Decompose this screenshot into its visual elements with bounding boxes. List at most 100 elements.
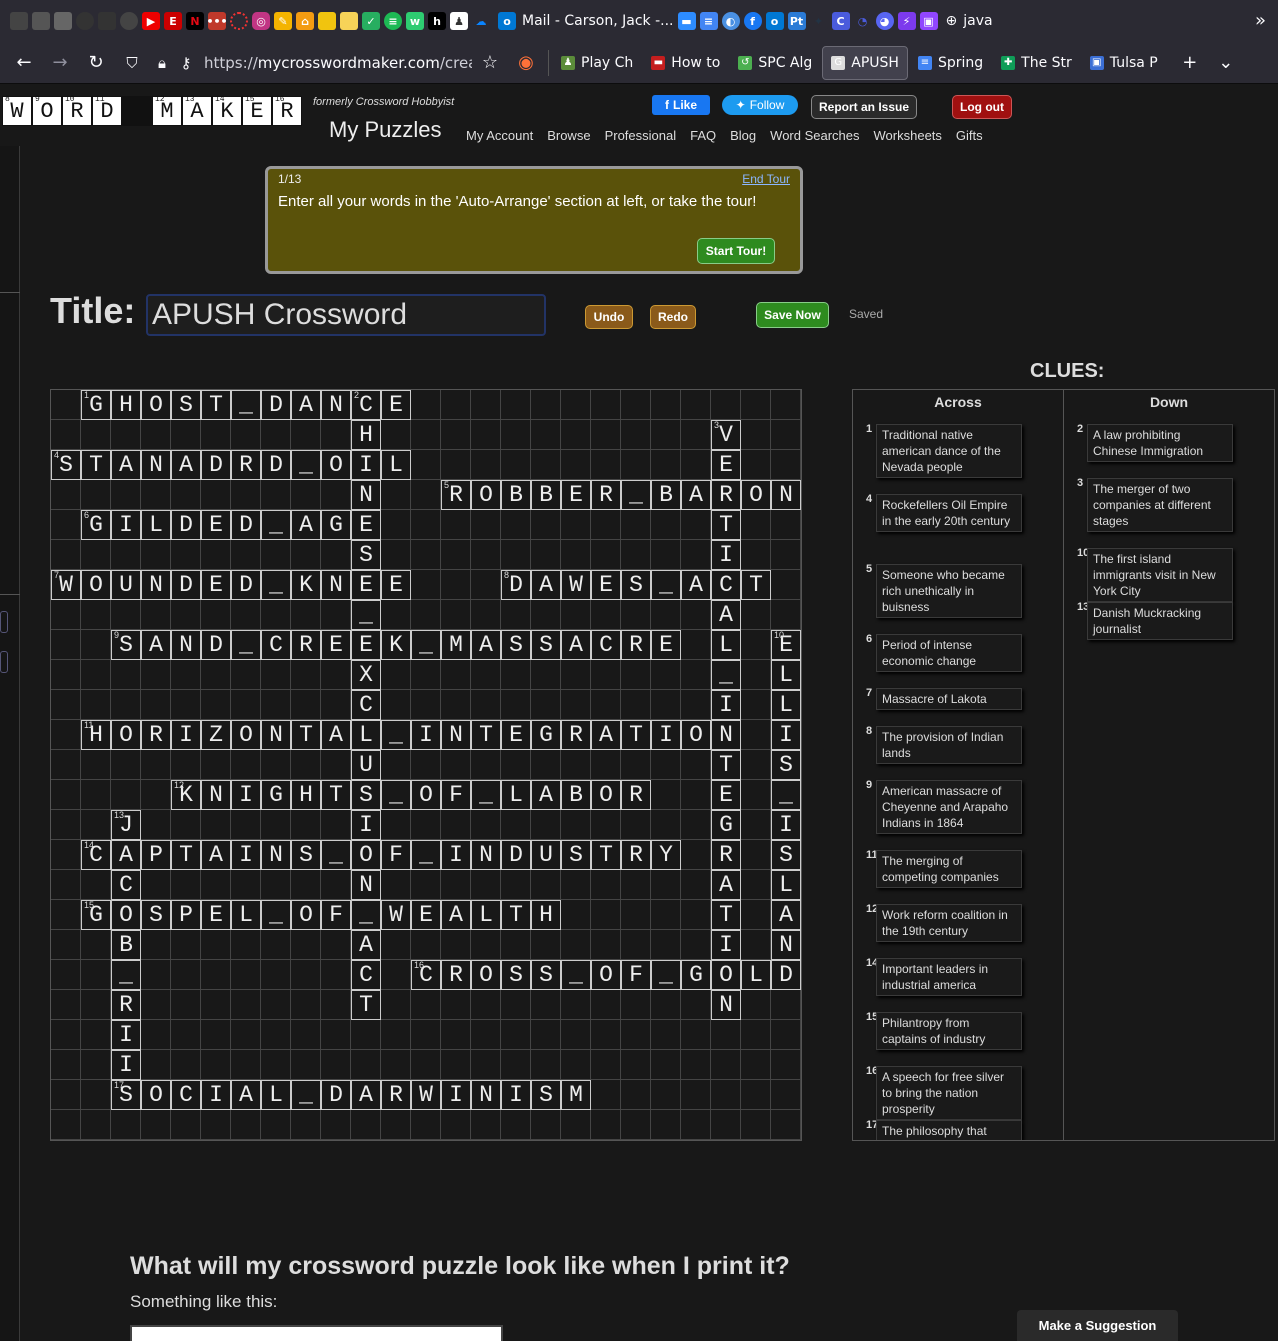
grid-cell[interactable]: N <box>171 630 201 660</box>
grid-cell[interactable]: A <box>531 780 561 810</box>
grid-cell[interactable]: A <box>291 510 321 540</box>
nav-my-account[interactable]: My Account <box>466 128 533 143</box>
youtube-icon[interactable]: ▶ <box>142 12 160 30</box>
grid-cell[interactable]: D <box>201 450 231 480</box>
grid-cell[interactable]: O <box>231 720 261 750</box>
grid-cell[interactable]: I <box>771 810 801 840</box>
url-bar[interactable]: https://mycrosswordmaker.com/create <box>204 54 472 72</box>
tab-6[interactable]: ▣ Tulsa P <box>1082 46 1166 80</box>
grid-cell[interactable]: L <box>501 780 531 810</box>
grid-cell[interactable]: S <box>531 630 561 660</box>
grid-cell[interactable]: C <box>111 870 141 900</box>
grid-cell[interactable]: I <box>351 450 381 480</box>
discord-icon[interactable]: ◕ <box>875 12 894 30</box>
grid-cell[interactable]: R <box>591 480 621 510</box>
grid-cell[interactable]: R <box>621 780 651 810</box>
grid-cell[interactable]: O <box>471 480 501 510</box>
grid-cell[interactable]: C 16 <box>411 960 441 990</box>
grid-cell[interactable]: T <box>81 450 111 480</box>
tab-5[interactable]: ✚ The Str <box>993 46 1080 80</box>
star-icon[interactable]: ☆ <box>472 45 508 81</box>
grid-cell[interactable]: _ <box>291 1080 321 1110</box>
make-suggestion-button[interactable]: Make a Suggestion <box>1017 1310 1178 1341</box>
grid-cell[interactable]: W7 <box>51 570 81 600</box>
grid-cell[interactable]: B <box>501 480 531 510</box>
grid-cell[interactable]: A <box>351 930 381 960</box>
grid-cell[interactable]: E <box>651 630 681 660</box>
crossword-grid[interactable]: G 1 H O S T _ D A N C 2 E H I N E S E _ E X C L U S I O N _ A C T V 3 E R T I C… <box>50 389 802 1141</box>
grid-cell[interactable]: G1 <box>81 390 111 420</box>
grid-cell[interactable]: O <box>111 720 141 750</box>
tab-1[interactable]: ▬ How to <box>643 46 728 80</box>
grid-cell[interactable]: _ <box>261 570 291 600</box>
grid-cell[interactable]: I <box>411 720 441 750</box>
bookmark-icon[interactable]: ⚡ <box>897 12 916 30</box>
grid-cell[interactable]: L <box>351 720 381 750</box>
tab-list-chevron-icon[interactable]: ⌄ <box>1208 45 1244 81</box>
grid-cell[interactable]: S <box>171 390 201 420</box>
grid-cell[interactable]: H <box>351 420 381 450</box>
clue-text[interactable]: Massacre of Lakota <box>876 688 1022 710</box>
grid-cell[interactable]: A <box>471 630 501 660</box>
grid-cell[interactable]: A <box>531 570 561 600</box>
grid-cell[interactable]: I <box>711 930 741 960</box>
grid-cell[interactable]: B <box>651 480 681 510</box>
grid-cell[interactable]: T <box>201 390 231 420</box>
grid-cell[interactable]: A <box>441 900 471 930</box>
grid-cell[interactable]: R <box>141 720 171 750</box>
espn-icon[interactable]: E <box>164 12 182 30</box>
firefox-icon[interactable]: ◉ <box>508 45 544 81</box>
grid-cell[interactable]: _ <box>621 480 651 510</box>
grid-cell[interactable]: N <box>321 390 351 420</box>
clue-text[interactable]: The merging of competing companies <box>876 850 1022 888</box>
bookmark-icon[interactable]: ◐ <box>721 12 740 30</box>
grid-cell[interactable]: R <box>381 1080 411 1110</box>
grid-cell[interactable]: O <box>591 780 621 810</box>
grid-cell[interactable]: D <box>261 390 291 420</box>
grid-cell[interactable]: F <box>381 840 411 870</box>
netflix-icon[interactable]: N <box>186 12 204 30</box>
instagram-icon[interactable]: ◎ <box>252 12 270 30</box>
clue-text[interactable]: American massacre of Cheyenne and Arapah… <box>876 780 1022 834</box>
grid-cell[interactable]: T <box>621 720 651 750</box>
grid-cell[interactable]: R <box>291 630 321 660</box>
grid-cell[interactable]: S <box>561 840 591 870</box>
grid-cell[interactable]: O <box>741 480 771 510</box>
grid-cell[interactable]: A <box>351 1080 381 1110</box>
grid-cell[interactable]: N <box>201 780 231 810</box>
clue-text[interactable]: Period of intense economic change <box>876 634 1022 672</box>
grid-cell[interactable]: T <box>711 750 741 780</box>
grid-cell[interactable]: O <box>291 900 321 930</box>
grid-cell[interactable]: K <box>291 570 321 600</box>
grid-cell[interactable]: R <box>441 960 471 990</box>
grid-cell[interactable]: O <box>711 960 741 990</box>
grid-cell[interactable]: C <box>171 1080 201 1110</box>
page-title[interactable]: My Puzzles <box>329 117 441 143</box>
grid-cell[interactable]: U <box>351 750 381 780</box>
clue-text[interactable]: Work reform coalition in the 19th centur… <box>876 904 1022 942</box>
grid-cell[interactable]: D <box>171 510 201 540</box>
undo-button[interactable]: Undo <box>585 305 633 329</box>
grid-cell[interactable]: D <box>201 630 231 660</box>
grid-cell[interactable]: F <box>441 780 471 810</box>
bookmark-icon[interactable] <box>98 12 116 30</box>
bookmark-icon[interactable] <box>318 12 336 30</box>
grid-cell[interactable]: E <box>501 720 531 750</box>
grid-cell[interactable]: D <box>231 570 261 600</box>
bookmark-java[interactable]: ⊕ java <box>946 13 993 29</box>
clue-text[interactable]: The provision of Indian lands <box>876 726 1022 764</box>
grid-cell[interactable]: M <box>441 630 471 660</box>
grid-cell[interactable]: I <box>111 1020 141 1050</box>
grid-cell[interactable]: G6 <box>81 510 111 540</box>
grid-cell[interactable]: I <box>711 690 741 720</box>
bookmark-icon[interactable] <box>10 12 28 30</box>
bookmark-icon[interactable] <box>120 12 138 30</box>
clue-text[interactable]: A law prohibiting Chinese Immigration <box>1087 424 1233 462</box>
grid-cell[interactable]: E <box>381 390 411 420</box>
bookmark-icon[interactable]: w <box>406 12 424 30</box>
grid-cell[interactable]: A <box>231 1080 261 1110</box>
clue-text[interactable]: The first island immigrants visit in New… <box>1087 548 1233 602</box>
grid-cell[interactable]: E <box>321 630 351 660</box>
grid-cell[interactable]: I <box>771 720 801 750</box>
grid-cell[interactable]: I <box>651 720 681 750</box>
